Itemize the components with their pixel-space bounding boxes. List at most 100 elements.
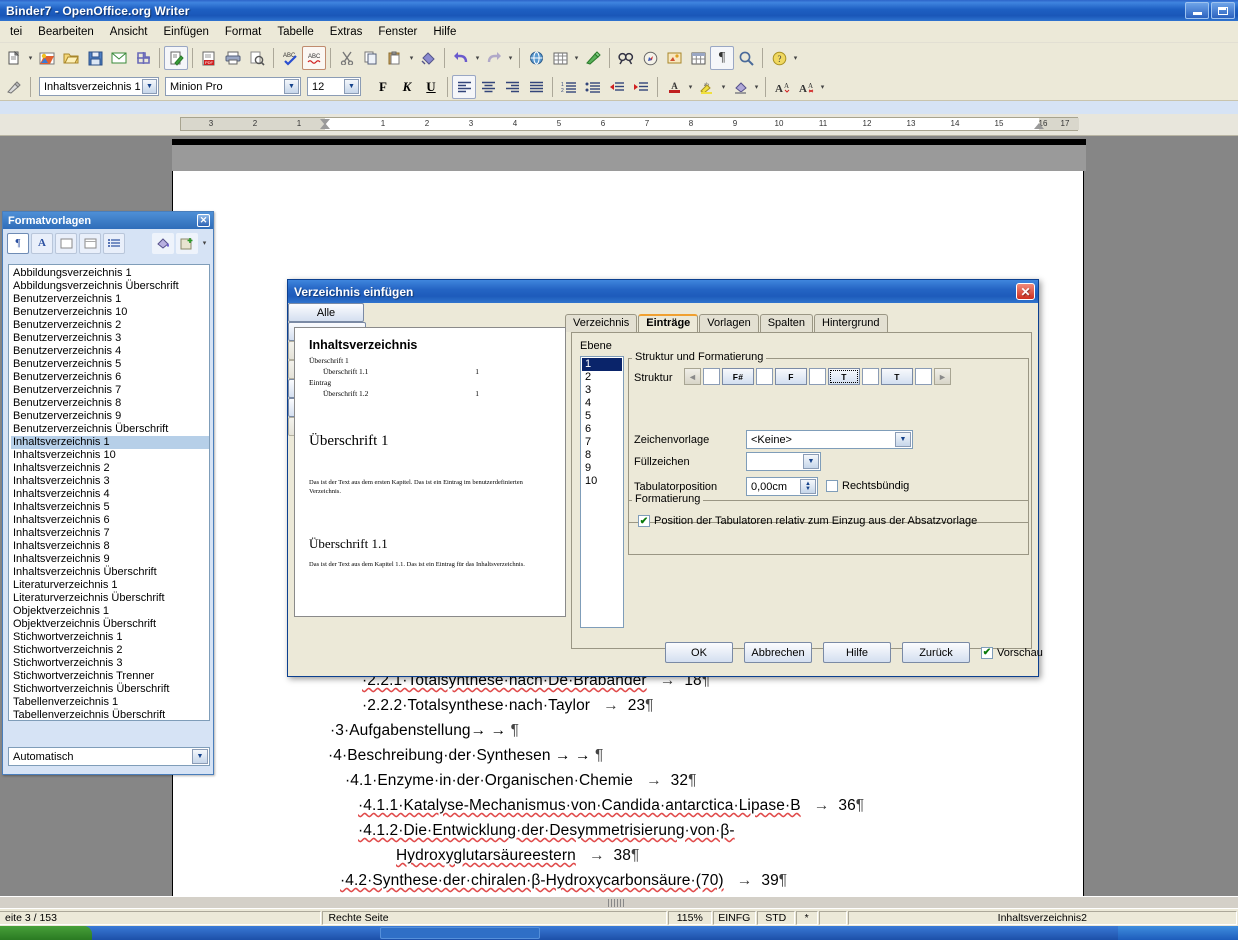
toolbar-overflow-icon[interactable]: ▾ bbox=[791, 54, 800, 62]
list-item[interactable]: Literaturverzeichnis 1 bbox=[11, 579, 209, 592]
styles-panel[interactable]: Formatvorlagen ✕ ¶ A bbox=[2, 211, 214, 775]
background-color-icon[interactable] bbox=[728, 75, 752, 99]
menu-format[interactable]: Format bbox=[217, 23, 269, 41]
level-item[interactable]: 7 bbox=[582, 436, 622, 449]
structure-field[interactable] bbox=[703, 368, 720, 385]
chevron-down-icon[interactable]: ▼ bbox=[192, 749, 208, 764]
character-styles-icon[interactable]: A bbox=[31, 233, 53, 254]
paste-icon[interactable] bbox=[383, 46, 407, 70]
redo-icon[interactable] bbox=[482, 46, 506, 70]
find-replace-icon[interactable] bbox=[614, 46, 638, 70]
new-document-icon[interactable] bbox=[2, 46, 26, 70]
list-item[interactable]: Stichwortverzeichnis 1 bbox=[11, 631, 209, 644]
list-item[interactable]: Stichwortverzeichnis Überschrift bbox=[11, 683, 209, 696]
tab-eintraege[interactable]: Einträge bbox=[638, 314, 698, 332]
open-icon[interactable] bbox=[59, 46, 83, 70]
toc-entry[interactable]: ·3·Aufgabenstellung→ → ¶ bbox=[330, 722, 519, 740]
highlight-icon[interactable]: ab bbox=[695, 75, 719, 99]
list-item[interactable]: Objektverzeichnis 1 bbox=[11, 605, 209, 618]
background-color-dropdown-icon[interactable]: ▾ bbox=[752, 83, 761, 91]
right-align-checkbox[interactable]: Rechtsbündig bbox=[826, 480, 909, 492]
menu-einfuegen[interactable]: Einfügen bbox=[156, 23, 217, 41]
toc-entry[interactable]: ·4.1·Enzyme·in·der·Organischen·Chemie → … bbox=[345, 772, 697, 790]
level-item[interactable]: 2 bbox=[582, 371, 622, 384]
save-icon[interactable] bbox=[83, 46, 107, 70]
paste-dropdown-icon[interactable]: ▾ bbox=[407, 54, 416, 62]
menu-fenster[interactable]: Fenster bbox=[370, 23, 425, 41]
underline-button[interactable]: U bbox=[419, 76, 443, 98]
italic-button[interactable]: K bbox=[395, 76, 419, 98]
chevron-down-icon[interactable]: ▼ bbox=[284, 79, 299, 94]
formatting-overflow-icon[interactable]: ▾ bbox=[818, 83, 827, 91]
list-item[interactable]: Benutzerverzeichnis 7 bbox=[11, 384, 209, 397]
checkbox-box[interactable] bbox=[826, 480, 838, 492]
toc-entry[interactable]: ·4.2·Synthese·der·chiralen·β-Hydroxycarb… bbox=[340, 872, 787, 890]
decrease-font-size-icon[interactable]: AA bbox=[794, 75, 818, 99]
char-style-combo[interactable]: <Keine> ▼ bbox=[746, 430, 913, 449]
list-item[interactable]: Inhaltsverzeichnis 2 bbox=[11, 462, 209, 475]
spinner-arrows-icon[interactable]: ▲▼ bbox=[800, 479, 816, 494]
list-styles-icon[interactable] bbox=[103, 233, 125, 254]
unordered-list-icon[interactable] bbox=[581, 75, 605, 99]
tab-position-spinner[interactable]: 0,00cm ▲▼ bbox=[746, 477, 818, 496]
back-button[interactable]: Zurück bbox=[902, 642, 970, 663]
new-document-dropdown-icon[interactable]: ▾ bbox=[26, 54, 35, 62]
undo-dropdown-icon[interactable]: ▾ bbox=[473, 54, 482, 62]
list-item[interactable]: Inhaltsverzeichnis 4 bbox=[11, 488, 209, 501]
gallery-icon[interactable] bbox=[662, 46, 686, 70]
new-style-dropdown-icon[interactable]: ▾ bbox=[200, 239, 209, 247]
chevron-down-icon[interactable]: ▼ bbox=[895, 432, 911, 447]
tab-vorlagen[interactable]: Vorlagen bbox=[699, 314, 758, 332]
status-zoom[interactable]: 115% bbox=[668, 911, 712, 925]
frame-styles-icon[interactable] bbox=[55, 233, 77, 254]
toc-entry[interactable]: ·4.1.1·Katalyse-Mechanismus·von·Candida·… bbox=[358, 797, 864, 815]
list-item[interactable]: Benutzerverzeichnis 5 bbox=[11, 358, 209, 371]
align-right-icon[interactable] bbox=[500, 75, 524, 99]
minimize-button[interactable] bbox=[1185, 2, 1209, 19]
level-item[interactable]: 4 bbox=[582, 397, 622, 410]
help-button[interactable]: Hilfe bbox=[823, 642, 891, 663]
toc-entry[interactable]: ·2.2.2·Totalsynthese·nach·Taylor → 23¶ bbox=[362, 697, 654, 715]
list-item[interactable]: Benutzerverzeichnis 1 bbox=[11, 293, 209, 306]
list-item[interactable]: Stichwortverzeichnis 3 bbox=[11, 657, 209, 670]
insert-index-dialog[interactable]: Verzeichnis einfügen ✕ Verzeichnis Eintr… bbox=[287, 279, 1039, 677]
list-item[interactable]: Benutzerverzeichnis 10 bbox=[11, 306, 209, 319]
ruler-track[interactable]: 3 2 1 1 2 3 4 5 6 7 8 9 10 11 12 13 14 1… bbox=[180, 117, 1078, 131]
level-item-selected[interactable]: 1 bbox=[582, 358, 622, 371]
structure-scroll-left-icon[interactable]: ◄ bbox=[684, 368, 701, 385]
structure-field[interactable] bbox=[915, 368, 932, 385]
horizontal-ruler[interactable]: 3 2 1 1 2 3 4 5 6 7 8 9 10 11 12 13 14 1… bbox=[0, 114, 1238, 136]
increase-font-size-icon[interactable]: AA bbox=[770, 75, 794, 99]
apply-style-icon[interactable] bbox=[2, 75, 26, 99]
list-item[interactable]: Benutzerverzeichnis 9 bbox=[11, 410, 209, 423]
list-item[interactable]: Benutzerverzeichnis 2 bbox=[11, 319, 209, 332]
status-selection-mode[interactable]: STD bbox=[757, 911, 795, 925]
structure-token-entry-text[interactable]: F bbox=[775, 368, 807, 385]
align-justify-icon[interactable] bbox=[524, 75, 548, 99]
list-item[interactable]: Inhaltsverzeichnis 3 bbox=[11, 475, 209, 488]
list-item[interactable]: Tabellenverzeichnis Überschrift bbox=[11, 709, 209, 721]
relative-tab-checkbox[interactable]: ✔ Position der Tabulatoren relativ zum E… bbox=[638, 515, 977, 527]
font-size-combo[interactable]: 12 ▼ bbox=[307, 77, 361, 96]
list-item-selected[interactable]: Inhaltsverzeichnis 1 bbox=[11, 436, 209, 449]
chevron-down-icon[interactable]: ▼ bbox=[803, 454, 819, 469]
paragraph-style-combo[interactable]: Inhaltsverzeichnis 1 ▼ bbox=[39, 77, 159, 96]
structure-scroll-right-icon[interactable]: ► bbox=[934, 368, 951, 385]
structure-token-tab-focused[interactable]: T bbox=[828, 368, 860, 385]
data-sources-icon[interactable] bbox=[686, 46, 710, 70]
autospellcheck-icon[interactable]: ABC bbox=[302, 46, 326, 70]
status-signature[interactable] bbox=[819, 911, 847, 925]
hyperlink-icon[interactable] bbox=[524, 46, 548, 70]
status-style[interactable]: Inhaltsverzeichnis2 bbox=[848, 911, 1237, 925]
right-indent-marker[interactable] bbox=[1034, 123, 1044, 129]
list-item[interactable]: Abbildungsverzeichnis Überschrift bbox=[11, 280, 209, 293]
align-left-icon[interactable] bbox=[452, 75, 476, 99]
menu-datei[interactable]: tei bbox=[2, 23, 30, 41]
checkbox-box-checked[interactable]: ✔ bbox=[981, 647, 993, 659]
spellcheck-icon[interactable]: ABC bbox=[278, 46, 302, 70]
structure-field[interactable] bbox=[809, 368, 826, 385]
level-item[interactable]: 8 bbox=[582, 449, 622, 462]
list-item[interactable]: Inhaltsverzeichnis 5 bbox=[11, 501, 209, 514]
close-icon[interactable]: ✕ bbox=[1016, 283, 1035, 300]
tab-verzeichnis[interactable]: Verzeichnis bbox=[565, 314, 637, 332]
